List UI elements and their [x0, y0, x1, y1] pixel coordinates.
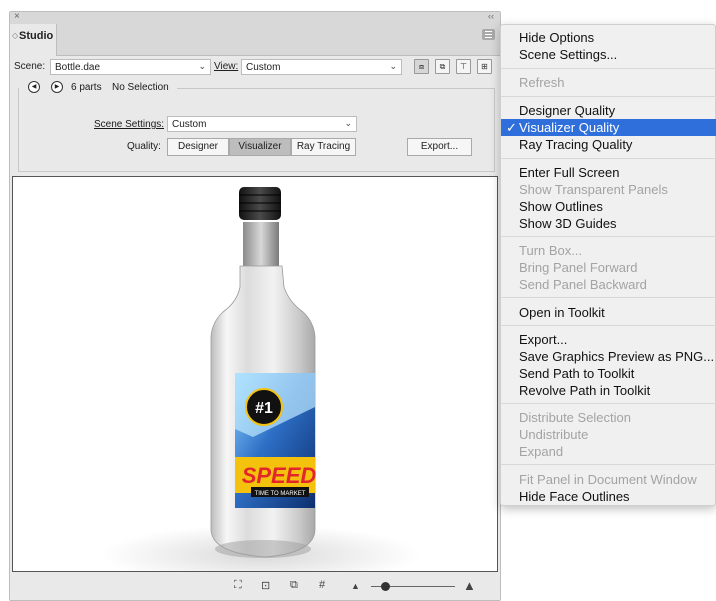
menu-item-designer-quality[interactable]: Designer Quality [501, 102, 716, 119]
panel-titlebar: × ‹‹ [10, 11, 500, 24]
quality-designer-button[interactable]: Designer [167, 138, 229, 156]
menu-separator [501, 96, 716, 97]
menu-item-hide-face-outlines[interactable]: Hide Face Outlines [501, 488, 716, 505]
export-button[interactable]: Export... [407, 138, 472, 156]
menu-separator [501, 297, 716, 298]
previous-part-icon[interactable]: ◀ [28, 81, 40, 93]
menu-item-revolve-path-in-toolkit[interactable]: Revolve Path in Toolkit [501, 382, 716, 399]
scene-select[interactable]: Bottle.dae ⌄ [50, 59, 211, 75]
tab-studio[interactable]: ◇ Studio [10, 24, 57, 56]
grid-icon[interactable]: # [319, 579, 325, 591]
view-select-value: Custom [246, 62, 281, 73]
chevron-down-icon: ⌄ [389, 61, 397, 71]
menu-item-hide-options[interactable]: Hide Options [501, 29, 716, 46]
view-side-button[interactable]: ⊞ [477, 59, 492, 74]
menu-item-show-outlines[interactable]: Show Outlines [501, 198, 716, 215]
menu-item-enter-full-screen[interactable]: Enter Full Screen [501, 164, 716, 181]
zoom-in-icon[interactable]: ▲ [463, 578, 476, 593]
studio-panel: × ‹‹ ◇ Studio Scene: Bottle.dae ⌄ View: … [9, 11, 501, 601]
scene-settings-label: Scene Settings: [94, 119, 165, 130]
3d-viewport[interactable]: #1 SPEED TIME TO MARKET [12, 176, 498, 572]
menu-item-distribute-selection[interactable]: Distribute Selection [501, 409, 716, 426]
view-front-button[interactable]: ⧉ [435, 59, 450, 74]
menu-item-ray-tracing-quality[interactable]: Ray Tracing Quality [501, 136, 716, 153]
menu-separator [501, 464, 716, 465]
bottle-cap [239, 187, 281, 220]
scene-select-value: Bottle.dae [55, 62, 101, 73]
chevron-down-icon: ⌄ [198, 61, 206, 71]
menu-item-refresh[interactable]: Refresh [501, 74, 716, 91]
bottle-base [215, 540, 311, 558]
menu-item-show-3d-guides[interactable]: Show 3D Guides [501, 215, 716, 232]
panel-menu-button[interactable] [482, 29, 495, 40]
bottle-render: #1 SPEED TIME TO MARKET [101, 187, 421, 571]
bottle-neck-ring [243, 222, 279, 266]
cube-icon[interactable]: ⧉ [290, 579, 298, 592]
quality-raytracing-button[interactable]: Ray Tracing [291, 138, 356, 156]
menu-item-bring-panel-forward[interactable]: Bring Panel Forward [501, 259, 716, 276]
view-top-button[interactable]: ⊤ [456, 59, 471, 74]
viewport-toolbar: ⛶ ⊡ ⧉ # ▲ ▲ [10, 573, 500, 600]
checkmark-icon: ✓ [506, 120, 517, 135]
selection-status: No Selection [112, 82, 169, 93]
menu-separator [501, 158, 716, 159]
menu-item-fit-panel[interactable]: Fit Panel in Document Window [501, 471, 716, 488]
view-label: View: [214, 61, 239, 72]
close-icon[interactable]: × [14, 11, 20, 22]
menu-item-export[interactable]: Export... [501, 331, 716, 348]
scene-settings-value: Custom [172, 119, 207, 130]
menu-item-visualizer-label: Visualizer Quality [519, 120, 620, 135]
fit-view-icon[interactable]: ⛶ [234, 579, 242, 592]
view-perspective-button[interactable]: ⧈ [414, 59, 429, 74]
zoom-slider-knob[interactable] [381, 582, 391, 591]
view-select[interactable]: Custom ⌄ [241, 59, 402, 75]
chevron-down-icon: ⌄ [344, 118, 352, 128]
menu-item-scene-settings[interactable]: Scene Settings... [501, 46, 716, 63]
label-brand-text: SPEED [242, 463, 317, 488]
panel-flyout-menu: Hide Options Scene Settings... Refresh D… [500, 24, 716, 506]
menu-item-show-transparent-panels[interactable]: Show Transparent Panels [501, 181, 716, 198]
frame-icon[interactable]: ⊡ [261, 579, 270, 592]
menu-item-send-path-to-toolkit[interactable]: Send Path to Toolkit [501, 365, 716, 382]
collapse-icon[interactable]: ‹‹ [488, 11, 494, 21]
menu-item-expand[interactable]: Expand [501, 443, 716, 460]
menu-item-undistribute[interactable]: Undistribute [501, 426, 716, 443]
tab-grip-icon: ◇ [12, 31, 19, 40]
menu-item-visualizer-quality[interactable]: ✓ Visualizer Quality [501, 119, 716, 136]
scene-settings-select[interactable]: Custom ⌄ [167, 116, 357, 132]
menu-separator [501, 68, 716, 69]
parts-count: 6 parts [71, 82, 102, 93]
label-number-text: #1 [255, 400, 273, 417]
scene-label: Scene: [14, 61, 46, 72]
bottle-label: #1 SPEED TIME TO MARKET [235, 373, 316, 508]
scene-row: Scene: Bottle.dae ⌄ View: Custom ⌄ ⧈ ⧉ ⊤… [10, 56, 500, 78]
tab-studio-label: Studio [19, 30, 54, 42]
menu-item-open-in-toolkit[interactable]: Open in Toolkit [501, 304, 716, 321]
label-tagline-text: TIME TO MARKET [255, 491, 306, 497]
panel-tab-row: ◇ Studio [10, 24, 500, 56]
menu-item-save-graphics-preview[interactable]: Save Graphics Preview as PNG... [501, 348, 716, 365]
menu-separator [501, 403, 716, 404]
quality-visualizer-button[interactable]: Visualizer [229, 138, 291, 156]
menu-item-send-panel-backward[interactable]: Send Panel Backward [501, 276, 716, 293]
menu-separator [501, 236, 716, 237]
zoom-out-icon[interactable]: ▲ [351, 581, 360, 591]
menu-separator [501, 325, 716, 326]
next-part-icon[interactable]: ▶ [51, 81, 63, 93]
quality-label: Quality: [127, 141, 161, 152]
menu-item-turn-box[interactable]: Turn Box... [501, 242, 716, 259]
